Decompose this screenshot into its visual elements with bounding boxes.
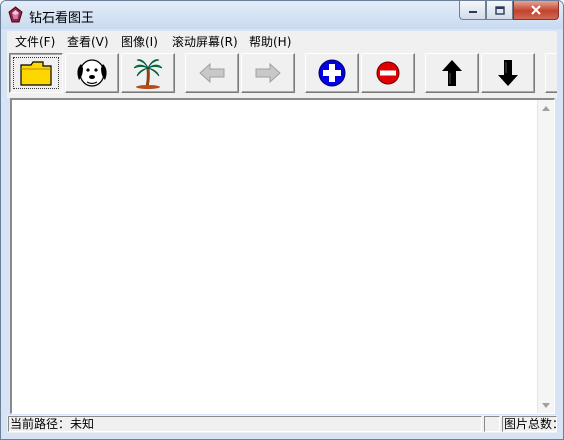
more-toolbar-button[interactable] <box>545 53 557 93</box>
status-blank-panel <box>484 416 500 432</box>
close-button[interactable] <box>513 1 559 20</box>
menu-help[interactable]: 帮助(H) <box>249 33 291 50</box>
status-bar: 当前路径：未知 图片总数： <box>7 415 557 433</box>
menu-image[interactable]: 图像(I) <box>121 33 158 50</box>
zoom-in-icon <box>318 59 346 87</box>
dog-button[interactable] <box>65 53 119 93</box>
arrow-left-icon <box>199 62 225 84</box>
vertical-scrollbar[interactable] <box>537 100 554 413</box>
open-folder-button[interactable] <box>9 53 63 93</box>
scroll-up-button[interactable] <box>425 53 479 93</box>
folder-icon <box>20 61 52 86</box>
previous-button[interactable] <box>185 53 239 93</box>
menu-bar: 文件(F) 查看(V) 图像(I) 滚动屏幕(R) 帮助(H) <box>7 31 557 51</box>
menu-scroll-screen[interactable]: 滚动屏幕(R) <box>172 33 238 50</box>
minimize-icon <box>468 11 477 13</box>
palm-tree-icon <box>133 59 163 89</box>
status-image-count: 图片总数： <box>502 416 557 432</box>
zoom-out-icon <box>376 61 400 85</box>
image-view-area[interactable] <box>10 98 555 414</box>
arrow-down-icon <box>498 60 518 86</box>
status-current-path: 当前路径：未知 <box>8 416 482 432</box>
scroll-down-button[interactable] <box>481 53 535 93</box>
zoom-out-button[interactable] <box>361 53 415 93</box>
scroll-down-arrow[interactable] <box>538 397 554 413</box>
maximize-button[interactable] <box>486 1 513 20</box>
next-button[interactable] <box>241 53 295 93</box>
title-bar[interactable]: 钻石看图王 <box>1 1 563 29</box>
dog-icon <box>77 59 107 87</box>
triangle-down-icon <box>542 402 550 408</box>
maximize-icon <box>494 5 505 15</box>
arrow-up-icon <box>442 60 462 86</box>
app-icon <box>8 6 23 23</box>
close-icon <box>531 5 541 15</box>
toolbar <box>7 50 557 98</box>
slideshow-button[interactable] <box>121 53 175 93</box>
zoom-in-button[interactable] <box>305 53 359 93</box>
scroll-up-arrow[interactable] <box>538 100 554 116</box>
arrow-right-icon <box>255 62 281 84</box>
minimize-button[interactable] <box>459 1 486 20</box>
menu-view[interactable]: 查看(V) <box>67 33 109 50</box>
menu-file[interactable]: 文件(F) <box>15 33 55 50</box>
window-title: 钻石看图王 <box>29 11 95 26</box>
triangle-up-icon <box>542 105 550 111</box>
main-window: 钻石看图王 文件(F) 查看(V) 图像(I) 滚动屏幕(R) 帮助(H) 当前… <box>0 0 564 440</box>
